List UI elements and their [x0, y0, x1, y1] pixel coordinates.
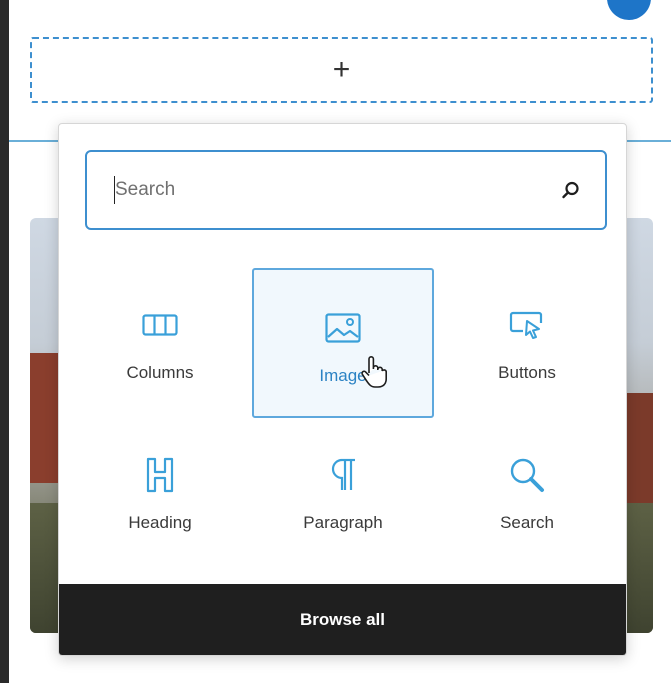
search-icon[interactable] — [559, 178, 583, 202]
block-item-image[interactable]: Image — [252, 268, 434, 418]
buttons-icon — [509, 305, 545, 345]
search-block-icon — [509, 455, 545, 495]
browse-all-button[interactable]: Browse all — [59, 584, 626, 655]
block-inserter-popover: Columns Image Buttons — [58, 123, 627, 656]
photo-building-left — [30, 353, 60, 483]
block-item-heading[interactable]: Heading — [69, 417, 251, 567]
block-label: Buttons — [498, 363, 556, 382]
paragraph-icon — [329, 455, 357, 495]
block-item-paragraph[interactable]: Paragraph — [252, 417, 434, 567]
block-item-columns[interactable]: Columns — [69, 267, 251, 417]
block-label: Search — [500, 513, 554, 532]
block-item-search[interactable]: Search — [436, 417, 618, 567]
block-appender-button[interactable]: + — [30, 37, 653, 103]
block-item-buttons[interactable]: Buttons — [436, 267, 618, 417]
plus-icon: + — [332, 53, 351, 86]
image-icon — [325, 308, 361, 348]
block-label: Paragraph — [303, 513, 383, 532]
search-input[interactable] — [113, 178, 559, 202]
block-label: Heading — [128, 513, 192, 532]
block-label: Columns — [126, 363, 194, 382]
text-caret — [114, 176, 115, 204]
pointer-hand-icon — [360, 355, 388, 394]
columns-icon — [142, 305, 178, 345]
heading-icon — [144, 455, 176, 495]
avatar[interactable] — [607, 0, 651, 20]
photo-building-right — [625, 393, 653, 503]
editor-left-border — [0, 0, 9, 683]
inserter-search[interactable] — [85, 150, 607, 230]
